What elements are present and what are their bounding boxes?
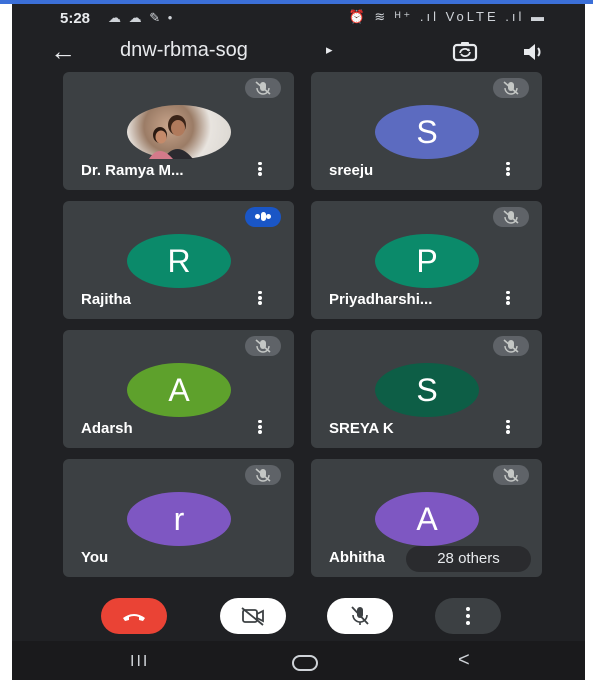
more-vert-icon [435,598,501,625]
participant-tile-self[interactable]: r You [63,459,294,577]
muted-badge [245,336,281,356]
mic-off-icon [255,339,271,353]
mic-toggle-button[interactable] [327,598,393,634]
participant-tile[interactable]: P Priyadharshi... [311,201,542,319]
more-options-icon[interactable] [501,289,515,307]
participant-tile[interactable]: Dr. Ramya M... [63,72,294,190]
muted-badge [493,78,529,98]
more-options-button[interactable] [435,598,501,634]
system-status-icons: ⏰ ≋ ᴴ⁺ .ıl VoLTE .ıl ▬ [348,9,547,24]
participant-name: Rajitha [81,291,132,308]
participant-name: You [81,549,109,566]
android-nav-bar: III < [12,641,585,680]
participant-tile[interactable]: R Rajitha [63,201,294,319]
participant-avatar: R [127,234,231,288]
camera-off-icon [241,607,264,626]
participant-name: sreeju [329,162,374,179]
back-arrow-icon[interactable]: ← [46,36,80,68]
muted-badge [493,207,529,227]
switch-camera-icon[interactable] [450,38,480,66]
mic-off-icon [503,339,519,353]
muted-badge [245,465,281,485]
participant-avatar: r [127,492,231,546]
camera-toggle-button[interactable] [220,598,286,634]
participant-tile[interactable]: S SREYA K [311,330,542,448]
muted-badge [493,465,529,485]
notification-icons: ☁ ☁ ✎ • [108,10,175,25]
speaking-indicator-icon [245,207,281,227]
mic-off-icon [503,468,519,482]
phone-screen: 5:28 ☁ ☁ ✎ • ⏰ ≋ ᴴ⁺ .ıl VoLTE .ıl ▬ ← dn… [12,4,585,680]
participant-avatar: S [375,363,479,417]
others-count-button[interactable]: 28 others [406,546,531,572]
more-options-icon[interactable] [253,418,267,436]
muted-badge [493,336,529,356]
participant-avatar: A [375,492,479,546]
participant-photo-avatar [127,105,231,159]
more-options-icon[interactable] [253,160,267,178]
participant-tile[interactable]: A Abhitha 28 others [311,459,542,577]
participant-name: SREYA K [329,420,394,437]
recents-button[interactable]: III [130,653,149,671]
participant-tile[interactable]: A Adarsh [63,330,294,448]
participant-avatar: A [127,363,231,417]
status-time: 5:28 [60,10,91,27]
mic-off-icon [351,606,369,625]
meeting-details-arrow-icon[interactable]: ▸ [326,42,333,58]
more-options-icon[interactable] [501,160,515,178]
participant-avatar: S [375,105,479,159]
app-bar: ← dnw-rbma-sog ▸ [12,32,585,72]
mic-off-icon [255,468,271,482]
more-options-icon[interactable] [253,289,267,307]
muted-badge [245,78,281,98]
participant-name: Priyadharshi... [329,291,433,308]
meeting-code-title[interactable]: dnw-rbma-sog [120,39,248,62]
end-call-button[interactable] [101,598,167,634]
phone-hangup-icon [123,614,145,621]
home-button[interactable] [292,655,318,671]
mic-off-icon [255,81,271,95]
participant-avatar: P [375,234,479,288]
participant-tile[interactable]: S sreeju [311,72,542,190]
status-bar: 5:28 ☁ ☁ ✎ • ⏰ ≋ ᴴ⁺ .ıl VoLTE .ıl ▬ [12,4,585,32]
mic-off-icon [503,81,519,95]
participant-name: Adarsh [81,420,133,437]
nav-back-button[interactable]: < [458,649,470,672]
more-options-icon[interactable] [501,418,515,436]
mic-off-icon [503,210,519,224]
participant-name: Dr. Ramya M... [81,162,184,179]
participant-name: Abhitha [329,549,385,566]
speaker-icon[interactable] [518,38,548,66]
